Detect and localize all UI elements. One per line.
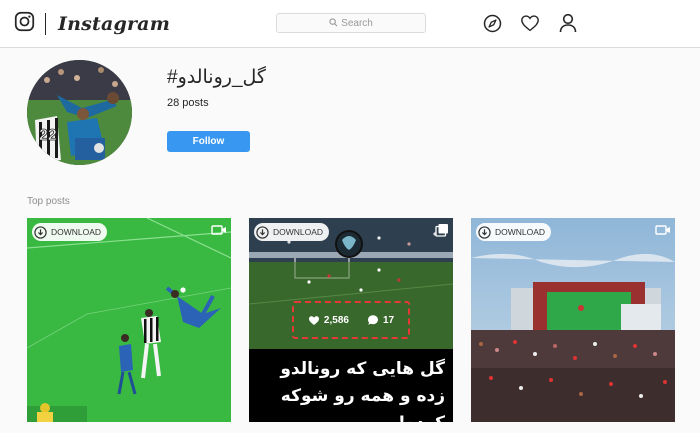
top-posts-label: Top posts	[27, 196, 70, 207]
post-tile-2[interactable]: DOWNLOAD 2,586 17 گل هایی که رونالدو زده…	[249, 218, 453, 422]
download-label: DOWNLOAD	[495, 227, 546, 237]
search-input[interactable]: Search	[276, 13, 426, 33]
heart-filled-icon	[308, 315, 319, 325]
likes-count: 2,586	[323, 314, 349, 326]
top-nav: Instagram Search	[0, 0, 700, 48]
instagram-logo-icon[interactable]	[14, 11, 35, 37]
follow-button[interactable]: Follow	[167, 131, 250, 152]
post-tile-1[interactable]: DOWNLOAD	[27, 218, 231, 422]
download-label: DOWNLOAD	[51, 227, 102, 237]
video-icon	[655, 223, 671, 241]
svg-text:22: 22	[39, 127, 57, 144]
download-icon	[478, 225, 491, 239]
download-button[interactable]: DOWNLOAD	[476, 223, 552, 241]
brand[interactable]: Instagram	[14, 11, 170, 37]
brand-divider	[45, 13, 46, 35]
download-icon	[256, 225, 269, 239]
post-3-image	[471, 218, 675, 422]
heart-icon[interactable]	[520, 13, 540, 33]
comments-count: 17	[382, 314, 395, 326]
hashtag-avatar: 22	[27, 60, 132, 165]
post-tile-3[interactable]: DOWNLOAD	[471, 218, 675, 422]
likes-stat: 2,586	[308, 315, 349, 326]
profile-icon[interactable]	[558, 13, 578, 33]
video-icon	[211, 223, 227, 241]
compass-icon[interactable]	[482, 13, 502, 33]
multiple-posts-icon	[435, 223, 449, 242]
download-button[interactable]: DOWNLOAD	[32, 223, 108, 241]
instagram-wordmark[interactable]: Instagram	[58, 13, 170, 35]
comments-stat: 17	[367, 314, 394, 326]
download-label: DOWNLOAD	[273, 227, 324, 237]
download-icon	[34, 225, 47, 239]
comment-icon	[367, 315, 378, 325]
posts-count: 28 posts	[167, 97, 209, 109]
hashtag-title: #گل_رونالدو	[167, 67, 266, 88]
search-icon	[329, 14, 338, 32]
search-placeholder: Search	[341, 17, 373, 29]
engagement-highlight: 2,586 17	[292, 301, 410, 339]
post-1-image	[27, 218, 231, 422]
post-caption: گل هایی که رونالدو زده و همه رو شوکه کرد…	[249, 349, 453, 422]
download-button[interactable]: DOWNLOAD	[254, 223, 330, 241]
